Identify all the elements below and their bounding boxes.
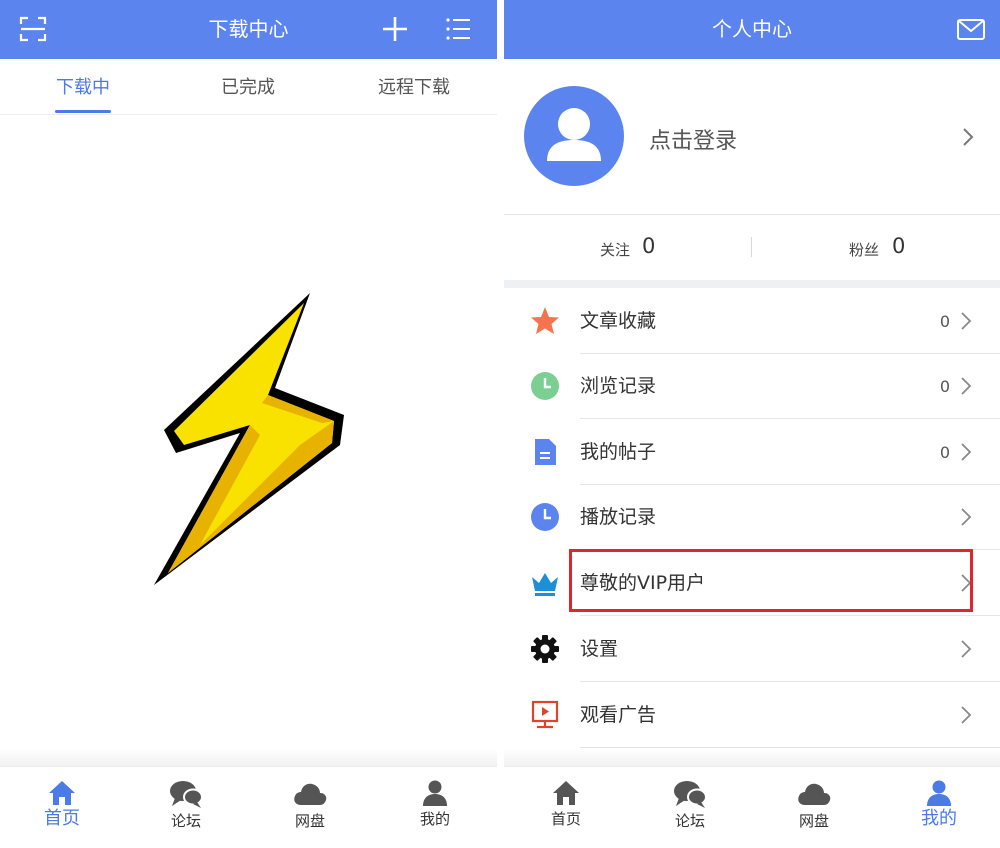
ad-screen-icon (531, 700, 559, 729)
nav-mine[interactable]: 我的 (904, 779, 974, 829)
nav-mine[interactable]: 我的 (400, 779, 470, 829)
chevron-right-icon (961, 312, 972, 330)
download-center-screen: 下载中心 下载中 已完成 远程下载 首页 论坛 网盘 我的 (0, 0, 497, 848)
nav-cloud-disk-label: 网盘 (798, 812, 829, 830)
menu-label-favorites: 文章收藏 (580, 310, 657, 332)
chat-icon (674, 781, 707, 808)
top-bar: 下载中心 (0, 0, 497, 59)
stats-row: 关注 0 粉丝 0 (504, 215, 1000, 280)
home-icon (49, 781, 75, 805)
menu-item-play-history[interactable]: 播放记录 (504, 484, 1000, 550)
avatar-icon (547, 108, 601, 161)
app-comparison-screens: 下载中心 下载中 已完成 远程下载 首页 论坛 网盘 我的 个人中心 点击登录 … (0, 0, 1000, 848)
mail-icon[interactable] (956, 15, 986, 45)
nav-home[interactable]: 首页 (27, 779, 97, 829)
page-title: 个人中心 (712, 17, 792, 41)
menu-item-settings[interactable]: 设置 (504, 616, 1000, 682)
menu-item-watch-ads[interactable]: 观看广告 (504, 682, 1000, 748)
chevron-right-icon (961, 640, 972, 658)
browse-history-count: 0 (939, 377, 950, 396)
page-title: 下载中心 (208, 17, 289, 41)
menu-item-my-posts[interactable]: 我的帖子 0 (504, 419, 1000, 485)
play-history-icon (531, 503, 559, 531)
nav-home-label: 首页 (550, 810, 581, 828)
stats-divider (751, 237, 752, 257)
nav-cloud-disk-label: 网盘 (294, 812, 325, 830)
active-tab-indicator (55, 110, 111, 113)
gear-icon (531, 635, 559, 663)
chevron-right-icon (961, 377, 972, 395)
nav-cloud-disk[interactable]: 网盘 (275, 779, 345, 831)
menu-item-favorites[interactable]: 文章收藏 0 (504, 288, 1000, 354)
nav-mine-label: 我的 (921, 808, 957, 829)
top-bar: 个人中心 (504, 0, 1000, 59)
user-icon (927, 780, 951, 806)
vip-highlight-annotation (569, 549, 973, 612)
login-prompt[interactable]: 点击登录 (649, 123, 737, 155)
avatar[interactable] (524, 86, 624, 186)
nav-forum-label: 论坛 (170, 812, 201, 830)
user-icon (423, 780, 447, 806)
my-posts-count: 0 (939, 443, 950, 462)
chevron-right-icon (961, 443, 972, 461)
followers-label[interactable]: 粉丝 (849, 239, 879, 260)
nav-mine-label: 我的 (419, 810, 450, 828)
chat-icon (170, 781, 203, 808)
tab-remote-download[interactable]: 远程下载 (376, 76, 452, 100)
chevron-right-icon (961, 508, 972, 526)
nav-home[interactable]: 首页 (531, 779, 601, 829)
cloud-icon (798, 783, 831, 805)
nav-shadow (0, 748, 497, 766)
bottom-nav: 首页 论坛 网盘 我的 (504, 766, 1000, 848)
home-icon (553, 781, 579, 805)
menu-item-browse-history[interactable]: 浏览记录 0 (504, 353, 1000, 419)
download-tabs: 下载中 已完成 远程下载 (0, 59, 497, 115)
screen-divider (497, 0, 504, 848)
nav-forum-label: 论坛 (674, 812, 705, 830)
tab-downloading[interactable]: 下载中 (55, 76, 111, 100)
nav-shadow (504, 748, 1000, 766)
menu-label-watch-ads: 观看广告 (580, 704, 657, 726)
clock-icon (531, 372, 559, 400)
crown-icon (532, 573, 558, 596)
nav-forum[interactable]: 论坛 (151, 779, 221, 831)
favorites-count: 0 (939, 312, 950, 331)
chevron-right-icon[interactable] (961, 127, 975, 147)
menu-label-my-posts: 我的帖子 (580, 441, 657, 463)
tab-completed[interactable]: 已完成 (220, 76, 276, 100)
document-icon (535, 439, 556, 465)
menu-label-play-history: 播放记录 (580, 506, 657, 528)
nav-home-label: 首页 (44, 808, 80, 829)
following-label[interactable]: 关注 (600, 239, 630, 260)
cloud-icon (294, 783, 327, 805)
star-icon (531, 307, 559, 334)
followers-count[interactable]: 0 (892, 234, 905, 258)
chevron-right-icon (961, 706, 972, 724)
following-count[interactable]: 0 (642, 234, 655, 258)
section-gap (504, 280, 1000, 288)
bottom-nav: 首页 论坛 网盘 我的 (0, 766, 497, 848)
plus-icon[interactable] (380, 14, 410, 44)
menu-label-settings: 设置 (580, 638, 619, 660)
menu-label-browse-history: 浏览记录 (580, 375, 657, 397)
nav-forum[interactable]: 论坛 (655, 779, 725, 831)
personal-center-screen: 个人中心 点击登录 关注 0 粉丝 0 文章收藏 0 浏览记录 0 我的帖子 0… (504, 0, 1000, 848)
nav-cloud-disk[interactable]: 网盘 (779, 779, 849, 831)
list-icon[interactable] (443, 14, 473, 44)
lightning-bolt-logo (154, 293, 344, 585)
